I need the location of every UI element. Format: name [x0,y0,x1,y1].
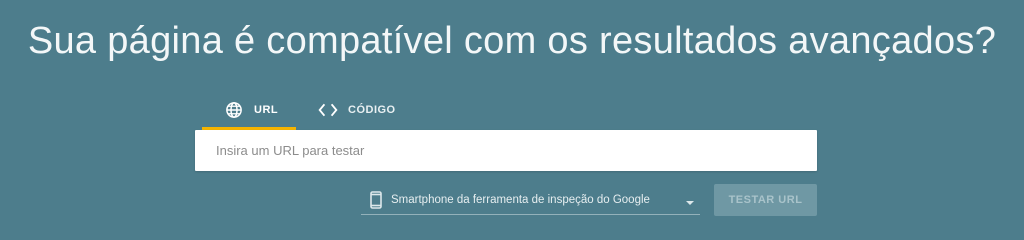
chevron-down-icon [686,201,694,205]
url-input[interactable] [195,130,817,171]
tab-url-label: URL [254,104,279,116]
tab-code-label: CÓDIGO [348,104,396,116]
page-title: Sua página é compatível com os resultado… [27,20,997,62]
smartphone-icon [365,191,387,209]
globe-icon [224,100,244,120]
device-select-value: Smartphone da ferramenta de inspeção do … [391,194,650,206]
url-input-container [195,130,817,171]
tab-url[interactable]: URL [202,92,296,130]
input-mode-tabs: URL CÓDIGO [202,92,408,130]
tab-code[interactable]: CÓDIGO [296,92,408,128]
test-url-button[interactable]: TESTAR URL [714,184,817,216]
code-icon [318,100,338,120]
device-select[interactable]: Smartphone da ferramenta de inspeção do … [361,186,700,215]
